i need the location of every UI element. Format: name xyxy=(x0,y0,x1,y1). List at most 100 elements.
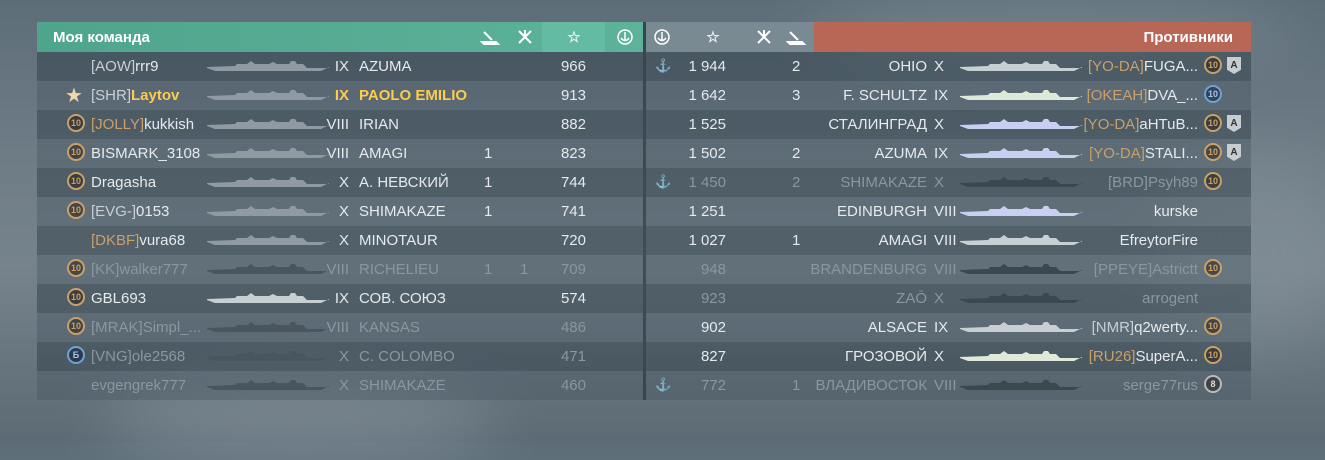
score: 709 xyxy=(560,261,586,278)
table-row[interactable]: 1 502 2 AZUMA IX [YO-DA]STALI... 10 A xyxy=(646,139,1251,168)
ranked-league-icon: A xyxy=(1227,115,1241,132)
table-row[interactable]: ⚓ 1 450 2 SHIMAKAZE X [BRD]Psyh89 10 xyxy=(646,168,1251,197)
clan-tag: [JOLLY] xyxy=(91,116,145,133)
ship-name: MINOTAUR xyxy=(359,232,438,249)
ship-name: AMAGI xyxy=(359,145,408,162)
table-row[interactable]: [AOW]rrr9 IX AZUMA 966 xyxy=(37,52,643,81)
enemy-team-rows: ⚓ 1 944 2 OHIO X [YO-DA]FUGA... 10 A 1 642 3 F. SC… xyxy=(646,52,1251,400)
torpedo-kills: 1 xyxy=(484,203,493,220)
rank-badge-icon: 10 xyxy=(1204,56,1222,74)
ship-tier: X xyxy=(338,203,349,220)
ship-tier: VIII xyxy=(934,232,957,249)
player-nick: evgengrek777 xyxy=(91,377,187,394)
ship-silhouette xyxy=(207,322,329,332)
table-row[interactable]: 1 642 3 F. SCHULTZ IX [OKEAH]DVA_... 10 xyxy=(646,81,1251,110)
player-nick: Astrictt xyxy=(1152,261,1198,278)
table-row[interactable]: 10 GBL693 IX СОВ. СОЮЗ 574 xyxy=(37,284,643,313)
ship-silhouette xyxy=(960,61,1082,71)
player-name: [OKEAH]DVA_... xyxy=(1087,87,1198,104)
anchor-icon xyxy=(652,28,672,50)
ship-silhouette xyxy=(207,90,329,100)
table-row[interactable]: 10 Dragasha X А. НЕВСКИЙ 1 744 xyxy=(37,168,643,197)
plane-kills: 3 xyxy=(792,87,801,104)
ship-name: C. COLOMBO xyxy=(359,348,455,365)
score: 882 xyxy=(560,116,586,133)
score: 772 xyxy=(700,377,726,394)
table-row[interactable]: 1 525 СТАЛИНГРАД X [YO-DA]aHTuB... 10 A xyxy=(646,110,1251,139)
table-row[interactable]: 10 [KK]walker777 VIII RICHELIEU 1 1 709 xyxy=(37,255,643,284)
rank-badge-icon: 10 xyxy=(67,288,85,306)
ship-tier: IX xyxy=(334,87,349,104)
table-row[interactable]: [DKBF]vura68 X MINOTAUR 720 xyxy=(37,226,643,255)
ship-tier: X xyxy=(934,174,945,191)
table-row[interactable]: 923 ZAŌ Xarrogent xyxy=(646,284,1251,313)
ship-name: SHIMAKAZE xyxy=(840,174,927,191)
score: 923 xyxy=(700,290,726,307)
table-row[interactable]: ⚓ 1 944 2 OHIO X [YO-DA]FUGA... 10 A xyxy=(646,52,1251,81)
table-row[interactable]: 10 BISMARK_3108 VIII AMAGI 1 823 xyxy=(37,139,643,168)
anchor-icon: ⚓ xyxy=(655,377,672,392)
star-rank-badge-icon: ★ xyxy=(65,85,83,107)
ship-silhouette xyxy=(207,351,329,361)
score: 1 251 xyxy=(688,203,726,220)
plane-kills: 2 xyxy=(792,174,801,191)
score: 913 xyxy=(560,87,586,104)
rank-badge-icon: 10 xyxy=(67,317,85,335)
rank-badge-icon: 10 xyxy=(1204,259,1222,277)
player-nick: Dragasha xyxy=(91,174,157,191)
ship-name: ВЛАДИВОСТОК xyxy=(815,377,927,394)
score: 1 642 xyxy=(688,87,726,104)
ship-name: ГРОЗОВОЙ xyxy=(845,348,927,365)
ship-tier: X xyxy=(338,232,349,249)
player-name: [MRAK]Simpl_... xyxy=(91,319,201,336)
ship-name: RICHELIEU xyxy=(359,261,440,278)
ship-tier: IX xyxy=(934,87,949,104)
enemy-team-title: Противники xyxy=(1143,29,1233,46)
table-row[interactable]: 827 ГРОЗОВОЙ X [RU26]SuperA... 10 xyxy=(646,342,1251,371)
player-name: evgengrek777 xyxy=(91,377,186,394)
table-row[interactable]: evgengrek777 X SHIMAKAZE 460 xyxy=(37,371,643,400)
ship-silhouette xyxy=(960,235,1082,245)
clan-tag: [VNG] xyxy=(91,348,132,365)
ship-tier: X xyxy=(934,58,945,75)
ship-name: ALSACE xyxy=(867,319,927,336)
table-row[interactable]: 1 251 EDINBURGH VIII kurske xyxy=(646,197,1251,226)
ship-tier: VIII xyxy=(934,377,957,394)
table-row[interactable]: 948 BRANDENBURG VIII [PPEYE]Astrictt 10 xyxy=(646,255,1251,284)
player-name: [NMR]q2werty... xyxy=(1092,319,1198,336)
table-row[interactable]: 10 [JOLLY]kukkish VIII IRIAN 882 xyxy=(37,110,643,139)
ship-silhouette xyxy=(960,206,1082,216)
table-row[interactable]: 10 [MRAK]Simpl_... VIII KANSAS 486 xyxy=(37,313,643,342)
torpedo-kills: 1 xyxy=(484,261,493,278)
ranked-league-icon: A xyxy=(1227,144,1241,161)
plane-kills: 1 xyxy=(792,377,801,394)
player-nick: walker777 xyxy=(119,261,188,278)
rank-badge-icon: Б xyxy=(67,346,85,364)
table-row[interactable]: 10 [EVG-]0153 X SHIMAKAZE 1 741 xyxy=(37,197,643,226)
ship-tier: IX xyxy=(934,319,949,336)
my-team-title: Моя команда xyxy=(53,29,150,46)
clan-tag: [YO-DA] xyxy=(1083,116,1140,133)
player-nick: kurske xyxy=(1153,203,1198,220)
ship-tier: VIII xyxy=(326,319,349,336)
clan-tag: [SHR] xyxy=(91,87,132,104)
anchor-icon xyxy=(615,28,635,50)
player-nick: Laytov xyxy=(131,87,180,104)
ship-silhouette xyxy=(960,322,1082,332)
ship-tier: VIII xyxy=(326,116,349,133)
table-row[interactable]: Б [VNG]ole2568 X C. COLOMBO 471 xyxy=(37,342,643,371)
table-row[interactable]: ★ [SHR]Laytov IX PAOLO EMILIO 913 xyxy=(37,81,643,110)
table-row[interactable]: 902 ALSACE IX [NMR]q2werty... 10 xyxy=(646,313,1251,342)
ship-tier: X xyxy=(338,377,349,394)
torpedo-icon xyxy=(479,28,501,50)
player-nick: STALI... xyxy=(1144,145,1198,162)
plane-kills: 1 xyxy=(792,232,801,249)
player-name: EfreytorFire xyxy=(1120,232,1198,249)
score: 471 xyxy=(560,348,586,365)
player-name: [BRD]Psyh89 xyxy=(1108,174,1198,191)
table-row[interactable]: 1 027 1 AMAGI VIII EfreytorFire xyxy=(646,226,1251,255)
ship-silhouette xyxy=(207,264,329,274)
star-icon: ☆ xyxy=(706,29,720,46)
table-row[interactable]: ⚓ 772 1 ВЛАДИВОСТОК VIII serge77rus 8 xyxy=(646,371,1251,400)
clan-tag: [OKEAH] xyxy=(1086,87,1148,104)
